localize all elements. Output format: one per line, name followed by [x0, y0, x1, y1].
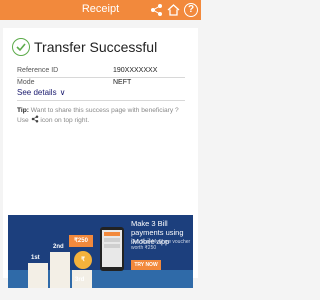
- tip-text: Tip: Want to share this success page wit…: [17, 106, 187, 125]
- divider: [17, 77, 185, 78]
- podium-label-first: 1st: [31, 255, 40, 261]
- chevron-down-icon: ∨: [59, 88, 66, 97]
- price-tag: ₹250: [69, 235, 93, 247]
- app-header: Receipt ?: [0, 0, 201, 20]
- podium-label-second: 2nd: [53, 244, 64, 250]
- reference-id-label: Reference ID: [17, 67, 59, 74]
- share-icon: [31, 115, 38, 123]
- phone-screen: [102, 230, 122, 267]
- transfer-status-title: Transfer Successful: [34, 39, 158, 55]
- help-icon[interactable]: ?: [184, 3, 198, 17]
- try-now-button[interactable]: TRY NOW: [131, 260, 161, 270]
- reference-id-value: 190XXXXXXX: [113, 67, 158, 74]
- tip-text-after: icon on top right.: [38, 117, 90, 124]
- rupee-coin-icon: ₹: [74, 251, 92, 269]
- podium-first: [28, 263, 48, 288]
- share-icon[interactable]: [150, 3, 163, 17]
- see-details-label: See details: [17, 88, 57, 97]
- promo-banner[interactable]: 1st 2nd 3rd ₹250 ₹ Make 3 Bill payments …: [8, 215, 193, 288]
- see-details-link[interactable]: See details ∨: [17, 88, 65, 97]
- home-icon[interactable]: [167, 3, 180, 17]
- success-check-icon: [12, 38, 30, 56]
- banner-subtext: Get BookMyShow voucher worth ₹250: [131, 239, 191, 251]
- phone-illustration: [100, 227, 124, 271]
- carousel-indicator: [0, 292, 201, 300]
- podium-label-third: 3rd: [75, 277, 85, 283]
- podium-second: [50, 252, 70, 288]
- divider: [17, 100, 185, 101]
- mode-label: Mode: [17, 79, 35, 86]
- mode-value: NEFT: [113, 79, 132, 86]
- tip-prefix: Tip:: [17, 107, 29, 114]
